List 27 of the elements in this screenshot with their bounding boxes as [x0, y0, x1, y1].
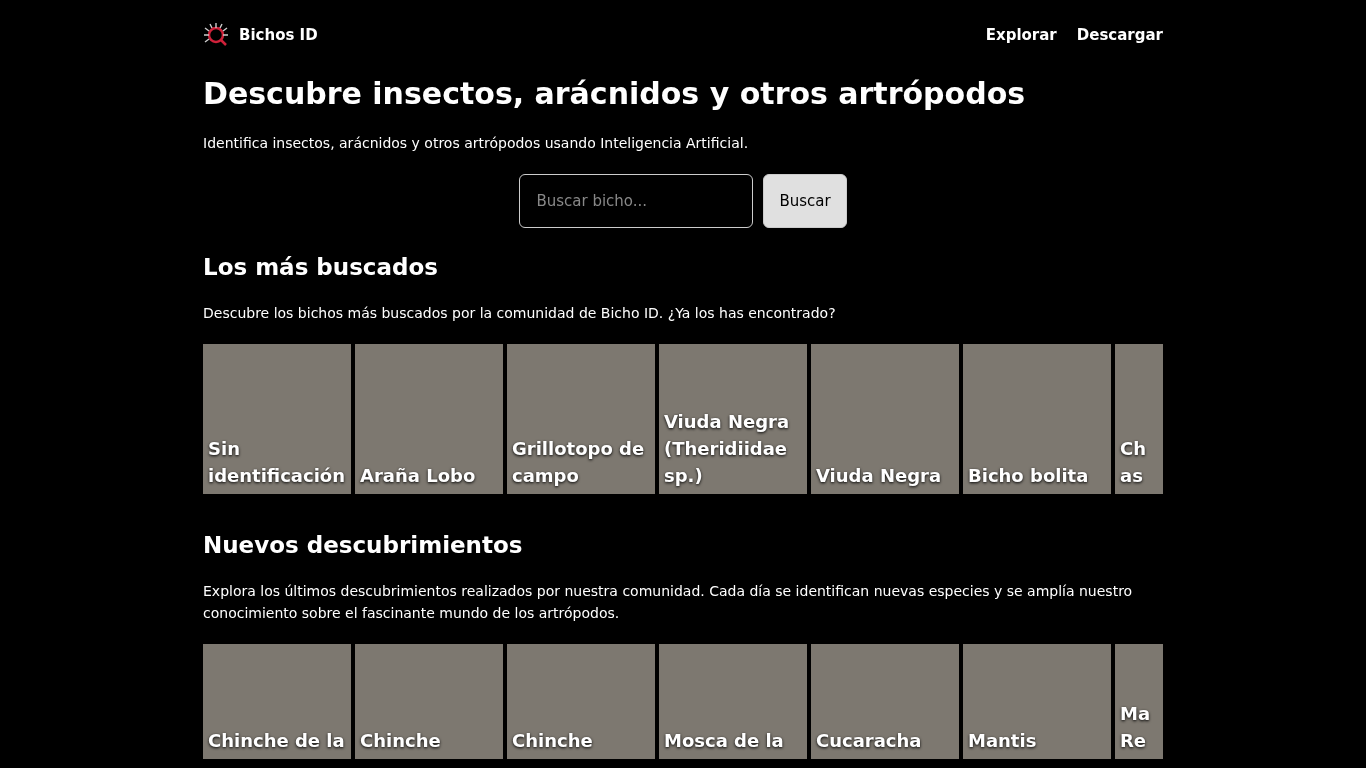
- species-card[interactable]: Ma Re: [1115, 644, 1163, 759]
- bug-logo-icon: [203, 22, 229, 48]
- nav-link[interactable]: Explorar: [985, 26, 1057, 44]
- nav-link[interactable]: Descargar: [1076, 26, 1163, 44]
- section-title: Los más buscados: [203, 253, 439, 282]
- species-card[interactable]: Cucaracha: [811, 644, 959, 759]
- species-card[interactable]: Bicho bolita: [963, 344, 1111, 494]
- species-card[interactable]: Sin identificación: [203, 344, 351, 494]
- species-card[interactable]: Araña Lobo: [355, 344, 503, 494]
- species-card[interactable]: Chinche de la: [203, 644, 351, 759]
- species-card[interactable]: Chinche: [507, 644, 655, 759]
- species-card[interactable]: Chinche: [355, 644, 503, 759]
- page-subtitle: Identifica insectos, arácnidos y otros artrópodos usando Inteligencia Artificial.: [203, 134, 750, 153]
- species-card[interactable]: Mantis: [963, 644, 1111, 759]
- species-card[interactable]: Viuda Negra: [811, 344, 959, 494]
- section-description: Descubre los bichos más buscados por la comunidad de Bicho ID. ¿Ya los has encontrado?: [203, 304, 837, 323]
- search-field[interactable]: Buscar bicho...: [519, 174, 754, 228]
- brand-logo[interactable]: Bichos ID: [203, 22, 318, 48]
- search-button[interactable]: Buscar: [763, 174, 847, 228]
- species-card[interactable]: Ch as: [1115, 344, 1163, 494]
- species-card[interactable]: Grillotopo de campo: [507, 344, 655, 494]
- page-title: Descubre insectos, arácnidos y otros artrópodos: [203, 75, 1027, 113]
- species-card[interactable]: Mosca de la: [659, 644, 807, 759]
- section-description: Explora los últimos descubrimientos realizados por nuestra comunidad. Cada día se identifican nuevas especies y se amplía nuestro conocimiento sobre el fascinante mundo de los artrópodos.: [203, 582, 1134, 623]
- brand-name: Bichos ID: [239, 26, 318, 44]
- section-title: Nuevos descubrimientos: [203, 531, 524, 560]
- species-card[interactable]: Viuda Negra (Theridiidae sp.): [659, 344, 807, 494]
